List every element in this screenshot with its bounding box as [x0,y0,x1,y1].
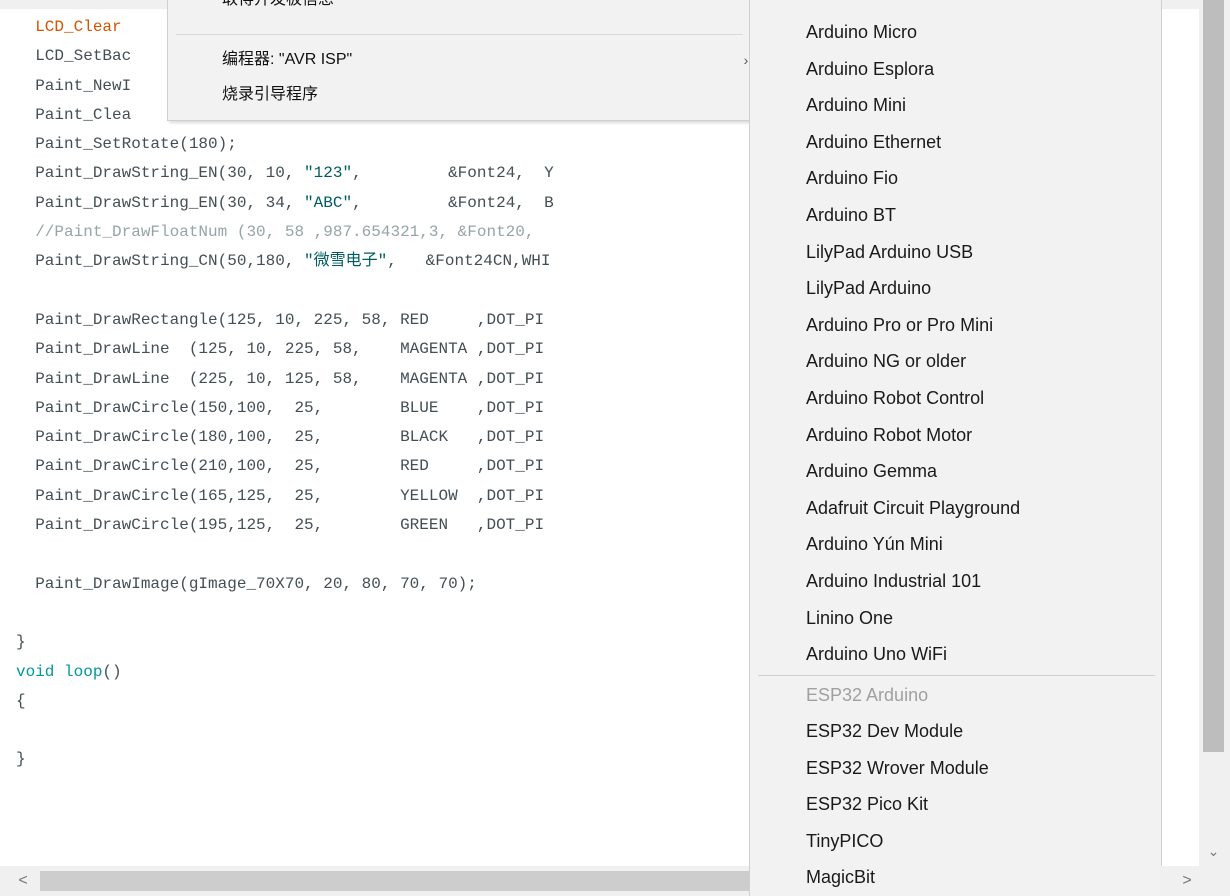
code-line: Paint_DrawLine (125, 10, 225, 58, MAGENT… [16,335,554,364]
board-menu-item[interactable]: Arduino Ethernet [806,124,941,161]
tools-menu: 取得开发板信息 编程器: "AVR ISP" › 烧录引导程序 [167,0,751,121]
board-menu-item[interactable]: Arduino Mini [806,87,906,124]
horizontal-scroll-thumb[interactable] [40,871,749,891]
board-menu-item[interactable]: Arduino Esplora [806,51,934,88]
menu-separator [176,34,743,35]
code-line: Paint_DrawCircle(180,100, 25, BLACK ,DOT… [16,423,554,452]
code-token: } [16,633,26,652]
code-token: loop [64,662,103,681]
code-token: LCD_Clear [35,18,122,36]
board-menu-item[interactable]: ESP32 Pico Kit [806,786,928,823]
code-token: Paint_DrawString_EN(30, 34, [16,193,305,212]
code-token: Paint_DrawCircle(180,100, 25, BLACK ,DOT… [16,428,545,447]
menu-item-programmer[interactable]: 编程器: "AVR ISP" [222,46,352,74]
code-token: LCD_SetBac [16,47,132,66]
board-menu-item[interactable]: Arduino Micro [806,14,917,51]
board-menu-item[interactable]: Arduino NG or older [806,343,966,380]
board-menu-item[interactable]: Arduino Fio [806,160,898,197]
menu-item-get-board-info[interactable]: 取得开发板信息 [222,0,334,14]
code-token: , &Font24CN,WHI [387,252,551,271]
code-token: Paint_Clea [16,105,132,124]
board-menu-item[interactable]: Arduino BT [806,197,896,234]
code-token: { [16,691,26,710]
code-token: Paint_DrawImage(gImage_70X70, 20, 80, 70… [16,574,477,593]
board-menu-item[interactable]: ESP32 Dev Module [806,713,963,750]
code-token: Paint_DrawCircle(195,125, 25, GREEN ,DOT… [16,516,545,535]
board-menu-item[interactable]: Linino One [806,600,893,637]
code-line: { [16,687,554,716]
code-line: } [16,628,554,657]
board-menu-section-header: ESP32 Arduino [806,685,929,705]
code-line: Paint_DrawCircle(165,125, 25, YELLOW ,DO… [16,482,554,511]
board-submenu: Arduino Micro Arduino Esplora Arduino Mini… [749,0,1162,896]
board-menu-item[interactable]: TinyPICO [806,823,883,860]
board-menu-item[interactable]: Arduino Pro or Pro Mini [806,307,993,344]
code-line: Paint_SetRotate(180); [16,130,554,159]
board-menu-item[interactable]: MagicBit [806,859,875,896]
code-token: Paint_SetRotate(180); [16,135,237,154]
code-token: Paint_NewI [16,76,132,95]
scroll-left-arrow-icon[interactable]: < [14,870,32,892]
code-line: Paint_DrawCircle(210,100, 25, RED ,DOT_P… [16,452,554,481]
code-token: //Paint_DrawFloatNum (30, 58 ,987.654321… [16,223,535,242]
code-line: Paint_DrawString_EN(30, 10, "123", &Font… [16,159,554,188]
board-menu-item[interactable]: Arduino Yún Mini [806,526,943,563]
board-menu-item[interactable]: ESP32 Wrover Module [806,750,989,787]
board-menu-item[interactable]: Arduino Robot Motor [806,417,972,454]
code-token: Paint_DrawString_EN(30, 10, [16,164,305,183]
code-token: Paint_DrawLine (125, 10, 225, 58, MAGENT… [16,340,545,359]
vertical-scroll-thumb[interactable] [1203,0,1224,752]
scroll-right-arrow-icon[interactable]: > [1178,870,1196,892]
code-line: Paint_DrawString_CN(50,180, "微雪电子", &Fon… [16,247,554,276]
board-menu-item[interactable]: Arduino Robot Control [806,380,984,417]
code-token: Paint_DrawString_CN(50,180, [16,252,305,271]
code-token: Paint_DrawCircle(210,100, 25, RED ,DOT_P… [16,457,545,476]
code-token: "微雪电子" [304,252,388,271]
code-text[interactable]: LCD_Clear LCD_SetBac Paint_NewI Paint_Cl… [16,13,554,775]
code-line: Paint_DrawLine (225, 10, 125, 58, MAGENT… [16,365,554,394]
code-token: , &Font24, Y [352,164,554,183]
board-menu-item[interactable]: LilyPad Arduino [806,270,931,307]
code-token: () [102,662,122,681]
menu-separator [758,675,1155,676]
board-menu-item[interactable]: Adafruit Circuit Playground [806,490,1020,527]
code-line: Paint_DrawImage(gImage_70X70, 20, 80, 70… [16,570,554,599]
code-token: void [16,662,55,681]
code-line: Paint_DrawRectangle(125, 10, 225, 58, RE… [16,306,554,335]
code-token: "123" [304,164,353,183]
code-line: Paint_DrawCircle(195,125, 25, GREEN ,DOT… [16,511,554,540]
code-token: , &Font24, B [352,193,554,212]
board-menu-item[interactable]: Arduino Industrial 101 [806,563,981,600]
code-line: //Paint_DrawFloatNum (30, 58 ,987.654321… [16,218,554,247]
scroll-down-arrow-icon[interactable]: ⌄ [1203,842,1224,860]
code-line: Paint_DrawCircle(150,100, 25, BLUE ,DOT_… [16,394,554,423]
code-token: Paint_DrawCircle(150,100, 25, BLUE ,DOT_… [16,398,545,417]
board-menu-item[interactable]: Arduino Uno WiFi [806,636,947,673]
code-line: } [16,745,554,774]
code-line: void loop() [16,658,554,687]
code-token: } [16,750,26,769]
code-token: "ABC" [304,193,353,212]
menu-item-burn-bootloader[interactable]: 烧录引导程序 [222,81,318,109]
code-token: Paint_DrawCircle(165,125, 25, YELLOW ,DO… [16,486,545,505]
board-menu-item[interactable]: LilyPad Arduino USB [806,234,973,271]
code-token: Paint_DrawRectangle(125, 10, 225, 58, RE… [16,310,545,329]
board-menu-item[interactable]: Arduino Gemma [806,453,937,490]
code-token: Paint_DrawLine (225, 10, 125, 58, MAGENT… [16,369,545,388]
code-line: Paint_DrawString_EN(30, 34, "ABC", &Font… [16,189,554,218]
